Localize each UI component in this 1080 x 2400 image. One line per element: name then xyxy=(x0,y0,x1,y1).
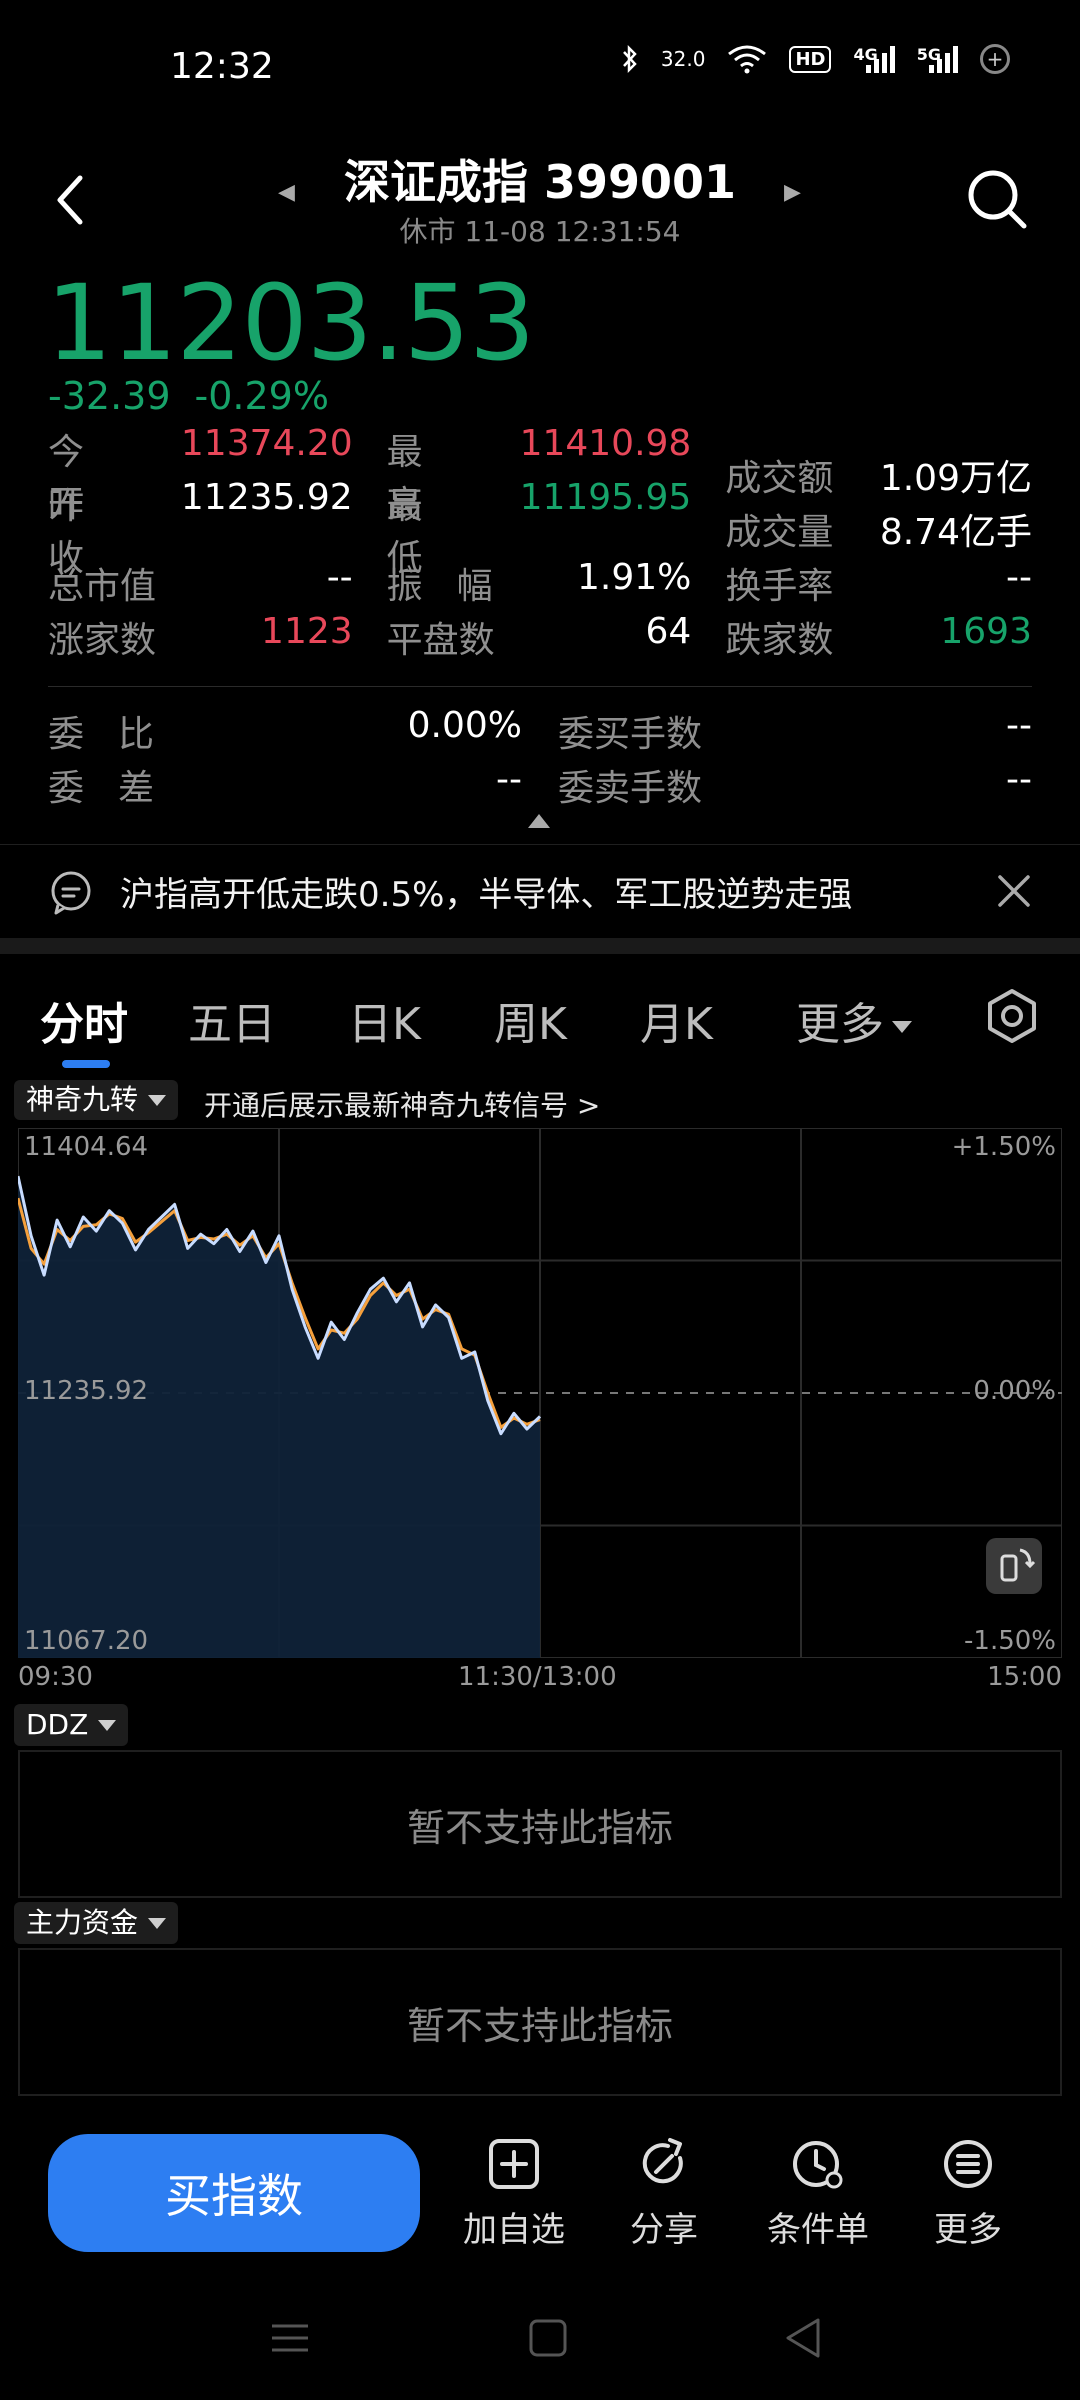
tab-more-label: 更多 xyxy=(796,999,884,1050)
news-banner[interactable]: 沪指高开低走跌0.5%，半导体、军工股逆势走强 xyxy=(0,844,1080,938)
x-label-start: 09:30 xyxy=(18,1662,93,1692)
tab-more[interactable]: 更多 xyxy=(796,988,912,1052)
chevron-down-icon xyxy=(98,1719,117,1731)
add-circle-icon: + xyxy=(980,44,1010,74)
header: ◀ 深证成指 399001 ▶ 休市 11-08 12:31:54 xyxy=(0,140,1080,260)
status-icons: 32.0 HD 4G 5G + xyxy=(621,44,1010,74)
stat-turnover: 成交额 1.09万亿 xyxy=(725,458,1032,499)
indicator-selector[interactable]: 神奇九转 xyxy=(14,1080,179,1120)
stat-bid-ratio: 委比 0.00% xyxy=(48,705,522,755)
signal-4g: 4G xyxy=(853,45,895,73)
hd-badge: HD xyxy=(789,45,832,73)
stat-down-count: 跌家数 1693 xyxy=(725,611,1032,661)
home-nav-icon[interactable] xyxy=(528,2318,568,2358)
next-index-icon[interactable]: ▶ xyxy=(784,180,801,205)
chevron-down-icon xyxy=(892,1021,912,1033)
quote-stats: 今开 11374.20 最高 11410.98 成交额 1.09万亿 昨收 11235.… xyxy=(48,423,1032,664)
section-separator xyxy=(0,938,1080,954)
fund-flow-label: 主力资金 xyxy=(26,1906,139,1939)
change-percent: -0.29% xyxy=(194,374,329,418)
indicator-name: 神奇九转 xyxy=(26,1083,139,1116)
tab-month-k[interactable]: 月K xyxy=(640,988,713,1052)
chart-high-label: 11404.64 xyxy=(24,1132,149,1162)
market-status: 休市 11-08 12:31:54 xyxy=(399,215,681,248)
signal-promo-link[interactable]: 开通后展示最新神奇九转信号 > xyxy=(204,1084,600,1124)
stat-flat-count: 平盘数 64 xyxy=(386,611,692,661)
share-icon xyxy=(642,2138,683,2184)
buy-index-button[interactable]: 买指数 xyxy=(48,2134,420,2252)
chart-pct-high-label: +1.50% xyxy=(951,1132,1056,1162)
share-label: 分享 xyxy=(630,2210,698,2250)
settings-icon[interactable] xyxy=(984,988,1040,1044)
status-time: 12:32 xyxy=(170,46,274,87)
signal-5g: 5G xyxy=(917,45,958,73)
share-button[interactable]: 分享 xyxy=(594,2136,734,2251)
condition-order-button[interactable]: 条件单 xyxy=(748,2136,888,2251)
more-button[interactable]: 更多 xyxy=(898,2136,1038,2251)
more-label: 更多 xyxy=(934,2210,1002,2250)
bluetooth-icon xyxy=(623,44,637,74)
x-label-mid: 11:30/13:00 xyxy=(458,1662,617,1692)
page-title: 深证成指 399001 xyxy=(343,155,737,209)
current-price: 11203.53 xyxy=(46,262,535,384)
system-nav-bar xyxy=(0,2300,1080,2400)
chat-icon xyxy=(51,871,91,914)
tab-active-indicator xyxy=(62,1060,110,1068)
chart-tabs: 分时 五日 日K 周K 月K 更多 xyxy=(0,980,1080,1070)
stat-bid-diff: 委差 -- xyxy=(48,759,522,809)
status-bar: 12:32 32.0 HD 4G 5G + xyxy=(0,0,1080,130)
wifi-icon xyxy=(728,45,767,74)
ddz-selector[interactable]: DDZ xyxy=(14,1704,129,1746)
chart-pct-mid-label: 0.00% xyxy=(973,1376,1056,1406)
stat-market-cap: 总市值 -- xyxy=(48,557,353,607)
condition-order-label: 条件单 xyxy=(767,2210,869,2250)
order-stats: 委比 0.00% 委买手数 -- 委差 -- 委卖手数 -- xyxy=(48,704,1032,812)
chart-mid-label: 11235.92 xyxy=(24,1376,149,1406)
close-icon[interactable] xyxy=(994,871,1034,911)
tab-day-k[interactable]: 日K xyxy=(348,988,421,1052)
add-watchlist-button[interactable]: 加自选 xyxy=(444,2136,584,2251)
intraday-chart[interactable]: 11404.64 11235.92 11067.20 +1.50% 0.00% … xyxy=(16,1127,1063,1659)
price-change: -32.39 -0.29% xyxy=(48,374,329,418)
rotate-icon[interactable] xyxy=(986,1538,1042,1594)
chart-pct-low-label: -1.50% xyxy=(964,1626,1056,1656)
stat-turnover-rate: 换手率 -- xyxy=(725,557,1032,607)
signal-icon xyxy=(929,45,958,73)
stat-sell-lots: 委卖手数 -- xyxy=(558,759,1032,809)
chart-canvas xyxy=(16,1127,1063,1659)
fund-flow-selector[interactable]: 主力资金 xyxy=(14,1902,179,1944)
chart-low-label: 11067.20 xyxy=(24,1626,149,1656)
news-text[interactable]: 沪指高开低走跌0.5%，半导体、军工股逆势走强 xyxy=(120,867,852,916)
clock-icon xyxy=(793,2141,843,2189)
menu-nav-icon[interactable] xyxy=(270,2318,310,2358)
stat-amplitude: 振幅 1.91% xyxy=(386,557,692,607)
fund-flow-panel: 暂不支持此指标 xyxy=(18,1948,1062,2096)
stat-volume: 成交量 8.74亿手 xyxy=(725,512,1032,553)
chevron-down-icon xyxy=(148,1917,167,1929)
signal-icon xyxy=(865,45,895,73)
chevron-down-icon xyxy=(148,1094,167,1106)
network-speed: 32.0 xyxy=(660,47,706,71)
change-value: -32.39 xyxy=(48,374,171,418)
search-icon[interactable] xyxy=(962,164,1032,234)
x-label-end: 15:00 xyxy=(987,1662,1062,1692)
stat-buy-lots: 委买手数 -- xyxy=(558,705,1032,755)
menu-icon xyxy=(944,2140,992,2188)
ddz-panel: 暂不支持此指标 xyxy=(18,1750,1062,1898)
collapse-arrow-icon[interactable] xyxy=(528,814,550,828)
ddz-label: DDZ xyxy=(26,1708,89,1741)
stat-up-count: 涨家数 1123 xyxy=(48,611,353,661)
tab-week-k[interactable]: 周K xyxy=(494,988,567,1052)
bottom-action-bar: 买指数 加自选 分享 条件单 更多 xyxy=(0,2120,1080,2270)
add-watchlist-label: 加自选 xyxy=(463,2210,565,2250)
tab-five-day[interactable]: 五日 xyxy=(188,988,276,1052)
back-nav-icon[interactable] xyxy=(782,2316,826,2360)
add-square-icon xyxy=(489,2139,539,2189)
divider xyxy=(48,686,1032,687)
tab-intraday[interactable]: 分时 xyxy=(40,988,128,1052)
